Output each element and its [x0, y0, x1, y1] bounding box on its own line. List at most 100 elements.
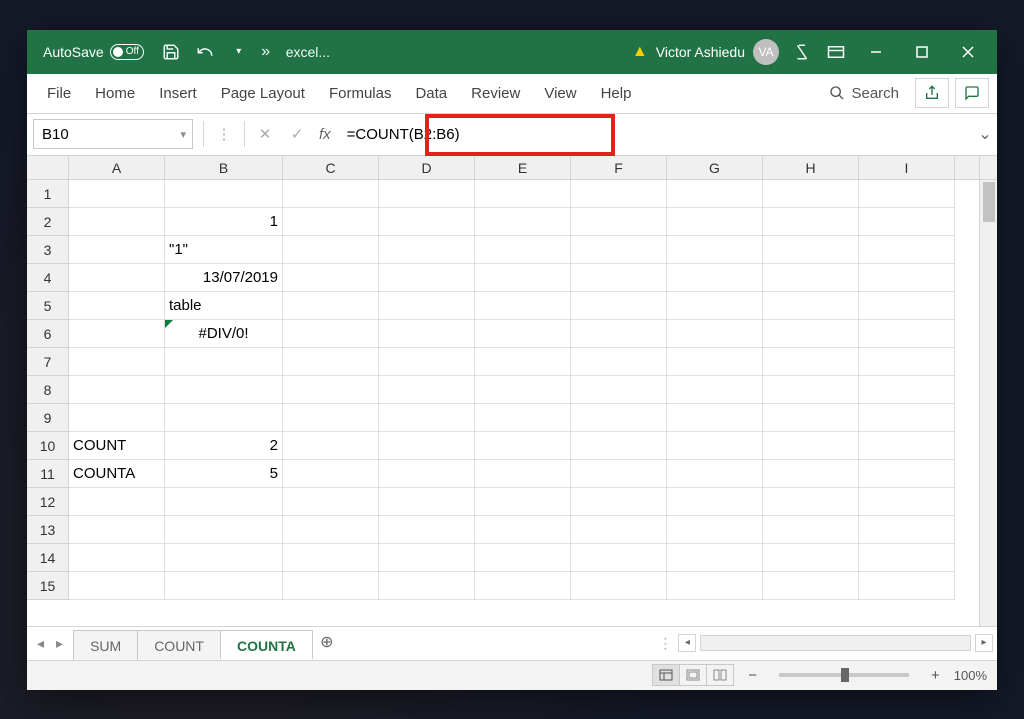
cell-B7[interactable]	[165, 348, 283, 376]
cell-H10[interactable]	[763, 432, 859, 460]
formula-input[interactable]: =COUNT(B2:B6)	[337, 119, 973, 149]
cell-H15[interactable]	[763, 572, 859, 600]
cell-D11[interactable]	[379, 460, 475, 488]
cell-G3[interactable]	[667, 236, 763, 264]
cell-C13[interactable]	[283, 516, 379, 544]
row-header-2[interactable]: 2	[27, 208, 69, 236]
cell-D13[interactable]	[379, 516, 475, 544]
cell-A15[interactable]	[69, 572, 165, 600]
cell-C2[interactable]	[283, 208, 379, 236]
cell-B8[interactable]	[165, 376, 283, 404]
expand-formula-bar-icon[interactable]: ⌄	[973, 124, 997, 144]
cancel-formula-icon[interactable]: ✕	[249, 119, 281, 149]
hscroll-right-icon[interactable]: ▸	[975, 634, 993, 652]
cell-I7[interactable]	[859, 348, 955, 376]
cell-H8[interactable]	[763, 376, 859, 404]
cell-C12[interactable]	[283, 488, 379, 516]
avatar[interactable]: VA	[753, 39, 779, 65]
sheet-tab-sum[interactable]: SUM	[73, 630, 138, 660]
ribbon-tab-insert[interactable]: Insert	[147, 73, 209, 113]
row-header-11[interactable]: 11	[27, 460, 69, 488]
cell-F4[interactable]	[571, 264, 667, 292]
cell-A4[interactable]	[69, 264, 165, 292]
cell-G1[interactable]	[667, 180, 763, 208]
cell-G5[interactable]	[667, 292, 763, 320]
row-header-9[interactable]: 9	[27, 404, 69, 432]
cell-I9[interactable]	[859, 404, 955, 432]
zoom-out-button[interactable]: −	[744, 667, 761, 684]
cell-F13[interactable]	[571, 516, 667, 544]
cell-E12[interactable]	[475, 488, 571, 516]
row-header-10[interactable]: 10	[27, 432, 69, 460]
cell-G13[interactable]	[667, 516, 763, 544]
fx-label[interactable]: fx	[313, 126, 337, 143]
cell-I4[interactable]	[859, 264, 955, 292]
cell-A1[interactable]	[69, 180, 165, 208]
cell-C15[interactable]	[283, 572, 379, 600]
ribbon-tab-home[interactable]: Home	[83, 73, 147, 113]
ribbon-tab-formulas[interactable]: Formulas	[317, 73, 404, 113]
cell-C14[interactable]	[283, 544, 379, 572]
cell-E15[interactable]	[475, 572, 571, 600]
cell-G11[interactable]	[667, 460, 763, 488]
column-header-C[interactable]: C	[283, 156, 379, 179]
cell-I1[interactable]	[859, 180, 955, 208]
row-header-15[interactable]: 15	[27, 572, 69, 600]
cell-C7[interactable]	[283, 348, 379, 376]
minimize-button[interactable]	[853, 30, 899, 74]
cell-C9[interactable]	[283, 404, 379, 432]
row-header-6[interactable]: 6	[27, 320, 69, 348]
cell-D6[interactable]	[379, 320, 475, 348]
cell-G14[interactable]	[667, 544, 763, 572]
row-header-8[interactable]: 8	[27, 376, 69, 404]
tab-split-handle[interactable]: ⋮	[656, 635, 674, 652]
row-header-3[interactable]: 3	[27, 236, 69, 264]
cell-F3[interactable]	[571, 236, 667, 264]
column-header-A[interactable]: A	[69, 156, 165, 179]
cell-B14[interactable]	[165, 544, 283, 572]
cell-C6[interactable]	[283, 320, 379, 348]
cell-I6[interactable]	[859, 320, 955, 348]
cell-E14[interactable]	[475, 544, 571, 572]
comments-button[interactable]	[955, 78, 989, 108]
zoom-slider[interactable]	[779, 673, 909, 677]
toggle-switch[interactable]: Off	[110, 44, 144, 60]
cell-F8[interactable]	[571, 376, 667, 404]
cell-B13[interactable]	[165, 516, 283, 544]
row-header-5[interactable]: 5	[27, 292, 69, 320]
cell-E5[interactable]	[475, 292, 571, 320]
coming-soon-icon[interactable]	[785, 35, 819, 69]
cell-C11[interactable]	[283, 460, 379, 488]
cell-F7[interactable]	[571, 348, 667, 376]
zoom-slider-thumb[interactable]	[841, 668, 849, 682]
cell-I5[interactable]	[859, 292, 955, 320]
cell-B9[interactable]	[165, 404, 283, 432]
cell-G6[interactable]	[667, 320, 763, 348]
view-page-break-button[interactable]	[706, 664, 734, 686]
sheet-prev-icon[interactable]: ◂	[33, 635, 48, 652]
cell-D14[interactable]	[379, 544, 475, 572]
column-header-H[interactable]: H	[763, 156, 859, 179]
cell-E10[interactable]	[475, 432, 571, 460]
column-header-E[interactable]: E	[475, 156, 571, 179]
autosave-toggle[interactable]: AutoSave Off	[33, 44, 154, 60]
cell-F9[interactable]	[571, 404, 667, 432]
cell-A11[interactable]: COUNTA	[69, 460, 165, 488]
ribbon-tab-file[interactable]: File	[35, 73, 83, 113]
horizontal-scrollbar[interactable]: ◂ ▸	[674, 634, 997, 652]
cell-D7[interactable]	[379, 348, 475, 376]
undo-icon[interactable]	[188, 35, 222, 69]
cell-E2[interactable]	[475, 208, 571, 236]
cell-F2[interactable]	[571, 208, 667, 236]
sheet-next-icon[interactable]: ▸	[52, 635, 67, 652]
column-header-G[interactable]: G	[667, 156, 763, 179]
add-sheet-button[interactable]: ⊕	[312, 628, 342, 658]
cell-G2[interactable]	[667, 208, 763, 236]
cell-G9[interactable]	[667, 404, 763, 432]
cell-H1[interactable]	[763, 180, 859, 208]
cell-H12[interactable]	[763, 488, 859, 516]
cell-F6[interactable]	[571, 320, 667, 348]
cell-F15[interactable]	[571, 572, 667, 600]
cell-G7[interactable]	[667, 348, 763, 376]
cell-D2[interactable]	[379, 208, 475, 236]
